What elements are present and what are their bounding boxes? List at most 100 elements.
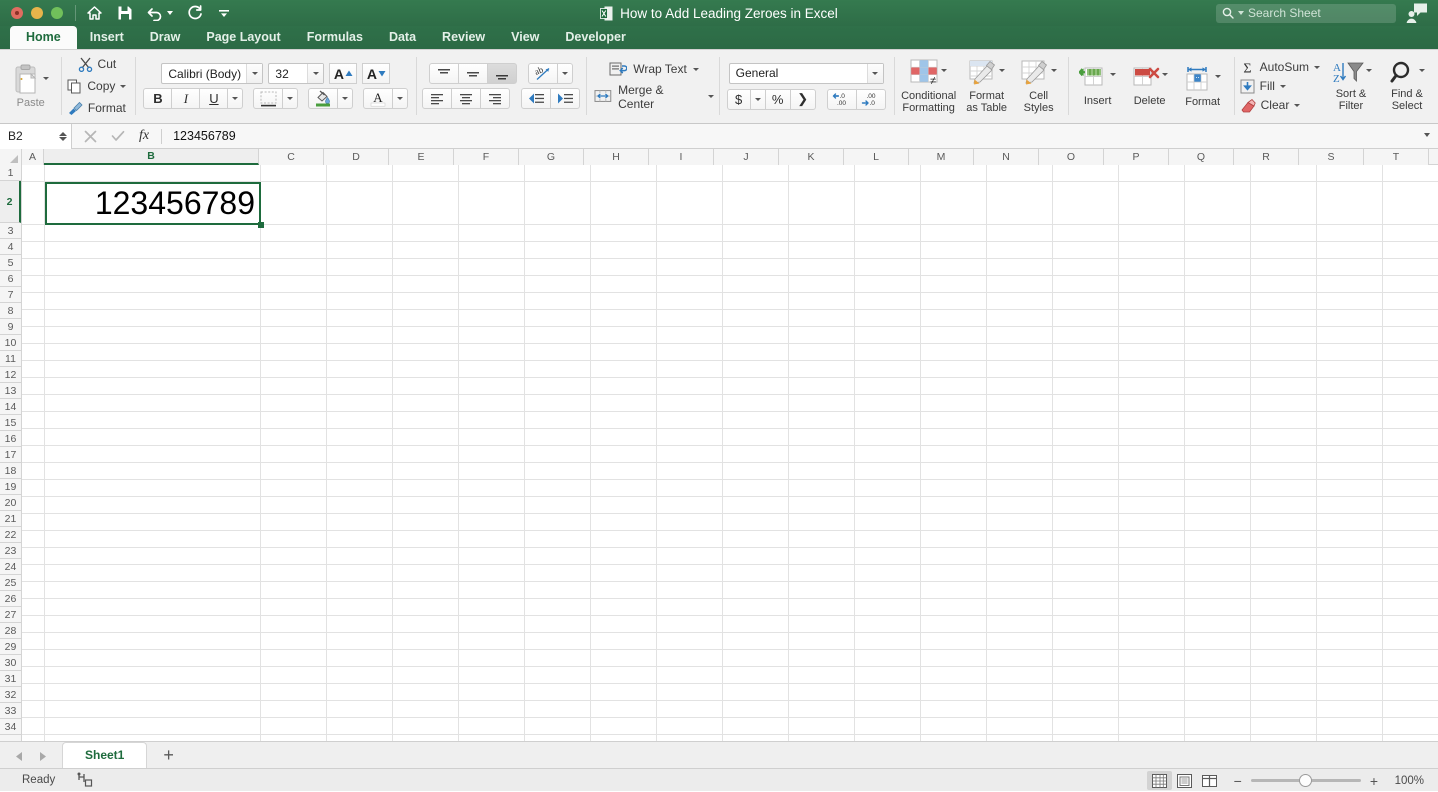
row-header-27[interactable]: 27 xyxy=(0,607,21,623)
conditional-formatting-caret-icon[interactable] xyxy=(941,69,948,72)
font-size-select[interactable]: 32 xyxy=(268,63,325,84)
font-color-caret-icon[interactable] xyxy=(392,88,409,109)
fill-color-button[interactable] xyxy=(308,88,339,109)
insert-function-icon[interactable]: fx xyxy=(139,128,149,144)
delete-cells-button[interactable]: Delete xyxy=(1125,65,1175,107)
save-icon[interactable] xyxy=(117,5,133,21)
cell-styles-caret-icon[interactable] xyxy=(1051,69,1058,72)
column-header-g[interactable]: G xyxy=(519,149,584,165)
accessibility-icon[interactable] xyxy=(77,772,93,788)
home-icon[interactable] xyxy=(86,5,103,21)
column-header-o[interactable]: O xyxy=(1039,149,1104,165)
row-header-1[interactable]: 1 xyxy=(0,165,21,181)
row-header-14[interactable]: 14 xyxy=(0,399,21,415)
normal-view-button[interactable] xyxy=(1146,771,1172,790)
select-all-corner[interactable] xyxy=(0,149,22,165)
row-header-23[interactable]: 23 xyxy=(0,543,21,559)
column-header-e[interactable]: E xyxy=(389,149,454,165)
format-as-table-caret-icon[interactable] xyxy=(999,69,1006,72)
row-header-10[interactable]: 10 xyxy=(0,335,21,351)
row-header-12[interactable]: 12 xyxy=(0,367,21,383)
copy-button[interactable]: Copy xyxy=(63,76,130,97)
column-header-k[interactable]: K xyxy=(779,149,844,165)
row-header-21[interactable]: 21 xyxy=(0,511,21,527)
fill-color-caret-icon[interactable] xyxy=(337,88,354,109)
increase-font-size-button[interactable]: A xyxy=(329,63,358,84)
zoom-knob[interactable] xyxy=(1298,773,1312,787)
increase-decimal-button[interactable]: .0.00 xyxy=(826,88,857,110)
decrease-font-size-button[interactable]: A xyxy=(362,63,391,84)
number-format-caret-icon[interactable] xyxy=(866,63,883,83)
row-header-24[interactable]: 24 xyxy=(0,559,21,575)
column-header-a[interactable]: A xyxy=(22,149,44,165)
column-header-t[interactable]: T xyxy=(1364,149,1429,165)
tab-home[interactable]: Home xyxy=(10,26,77,49)
selected-cell-b2[interactable]: 123456789 xyxy=(45,182,261,225)
autosum-caret-icon[interactable] xyxy=(1314,65,1320,69)
confirm-icon[interactable] xyxy=(111,130,125,142)
format-painter-button[interactable]: Format xyxy=(64,98,130,119)
font-color-button[interactable]: A xyxy=(363,88,394,109)
tab-developer[interactable]: Developer xyxy=(552,26,638,49)
currency-button[interactable]: $ xyxy=(726,88,751,110)
tab-insert[interactable]: Insert xyxy=(77,26,137,49)
fill-button[interactable]: Fill xyxy=(1240,79,1320,94)
column-header-i[interactable]: I xyxy=(649,149,714,165)
column-header-j[interactable]: J xyxy=(714,149,779,165)
row-header-16[interactable]: 16 xyxy=(0,431,21,447)
row-header-20[interactable]: 20 xyxy=(0,495,21,511)
column-header-p[interactable]: P xyxy=(1104,149,1169,165)
customize-toolbar-icon[interactable] xyxy=(218,7,230,19)
row-header-34[interactable]: 34 xyxy=(0,719,21,735)
increase-indent-button[interactable] xyxy=(550,88,581,109)
column-header-q[interactable]: Q xyxy=(1169,149,1234,165)
row-header-31[interactable]: 31 xyxy=(0,671,21,687)
underline-options-caret-icon[interactable] xyxy=(227,88,244,109)
sheet-tab-sheet1[interactable]: Sheet1 xyxy=(62,742,148,768)
row-header-30[interactable]: 30 xyxy=(0,655,21,671)
minimize-window-button[interactable] xyxy=(31,7,43,19)
align-top-button[interactable] xyxy=(429,63,460,84)
autosum-button[interactable]: Σ AutoSum xyxy=(1240,60,1320,75)
align-right-button[interactable] xyxy=(480,88,511,109)
orientation-button[interactable]: ab xyxy=(528,63,559,84)
row-header-22[interactable]: 22 xyxy=(0,527,21,543)
delete-cells-caret-icon[interactable] xyxy=(1162,73,1169,76)
zoom-out-button[interactable]: − xyxy=(1234,774,1242,788)
merge-center-button[interactable]: Merge & Center xyxy=(594,83,714,111)
page-break-view-button[interactable] xyxy=(1197,771,1222,790)
grid-cells[interactable]: 123456789 xyxy=(22,165,1438,741)
conditional-formatting-button[interactable]: ≠ Conditional Formatting xyxy=(899,58,959,114)
sort-filter-button[interactable]: A Z Sort & Filter xyxy=(1326,60,1376,112)
column-header-n[interactable]: N xyxy=(974,149,1039,165)
zoom-slider[interactable]: − + xyxy=(1222,773,1388,788)
align-left-button[interactable] xyxy=(422,88,453,109)
tab-data[interactable]: Data xyxy=(376,26,429,49)
align-center-button[interactable] xyxy=(451,88,482,109)
font-family-caret-icon[interactable] xyxy=(246,64,263,83)
redo-icon[interactable] xyxy=(187,5,204,21)
percent-button[interactable]: % xyxy=(764,88,791,110)
row-header-4[interactable]: 4 xyxy=(0,239,21,255)
row-header-15[interactable]: 15 xyxy=(0,415,21,431)
row-header-28[interactable]: 28 xyxy=(0,623,21,639)
tab-draw[interactable]: Draw xyxy=(137,26,194,49)
formula-bar-expand-icon[interactable] xyxy=(1424,133,1430,137)
name-box-spinner[interactable] xyxy=(59,131,67,141)
column-header-m[interactable]: M xyxy=(909,149,974,165)
row-header-3[interactable]: 3 xyxy=(0,223,21,239)
undo-icon[interactable] xyxy=(147,6,173,21)
wrap-text-caret-icon[interactable] xyxy=(692,67,699,71)
format-cells-button[interactable]: Format xyxy=(1177,64,1229,108)
row-header-26[interactable]: 26 xyxy=(0,591,21,607)
column-header-s[interactable]: S xyxy=(1299,149,1364,165)
next-sheet-icon[interactable] xyxy=(37,751,48,762)
format-as-table-button[interactable]: Format as Table xyxy=(961,58,1013,114)
font-family-select[interactable]: Calibri (Body) xyxy=(161,63,264,84)
align-bottom-button[interactable] xyxy=(487,63,518,84)
orientation-caret-icon[interactable] xyxy=(557,63,574,84)
column-header-c[interactable]: C xyxy=(259,149,324,165)
tab-page-layout[interactable]: Page Layout xyxy=(193,26,293,49)
row-header-29[interactable]: 29 xyxy=(0,639,21,655)
comments-icon[interactable] xyxy=(1406,3,1428,23)
